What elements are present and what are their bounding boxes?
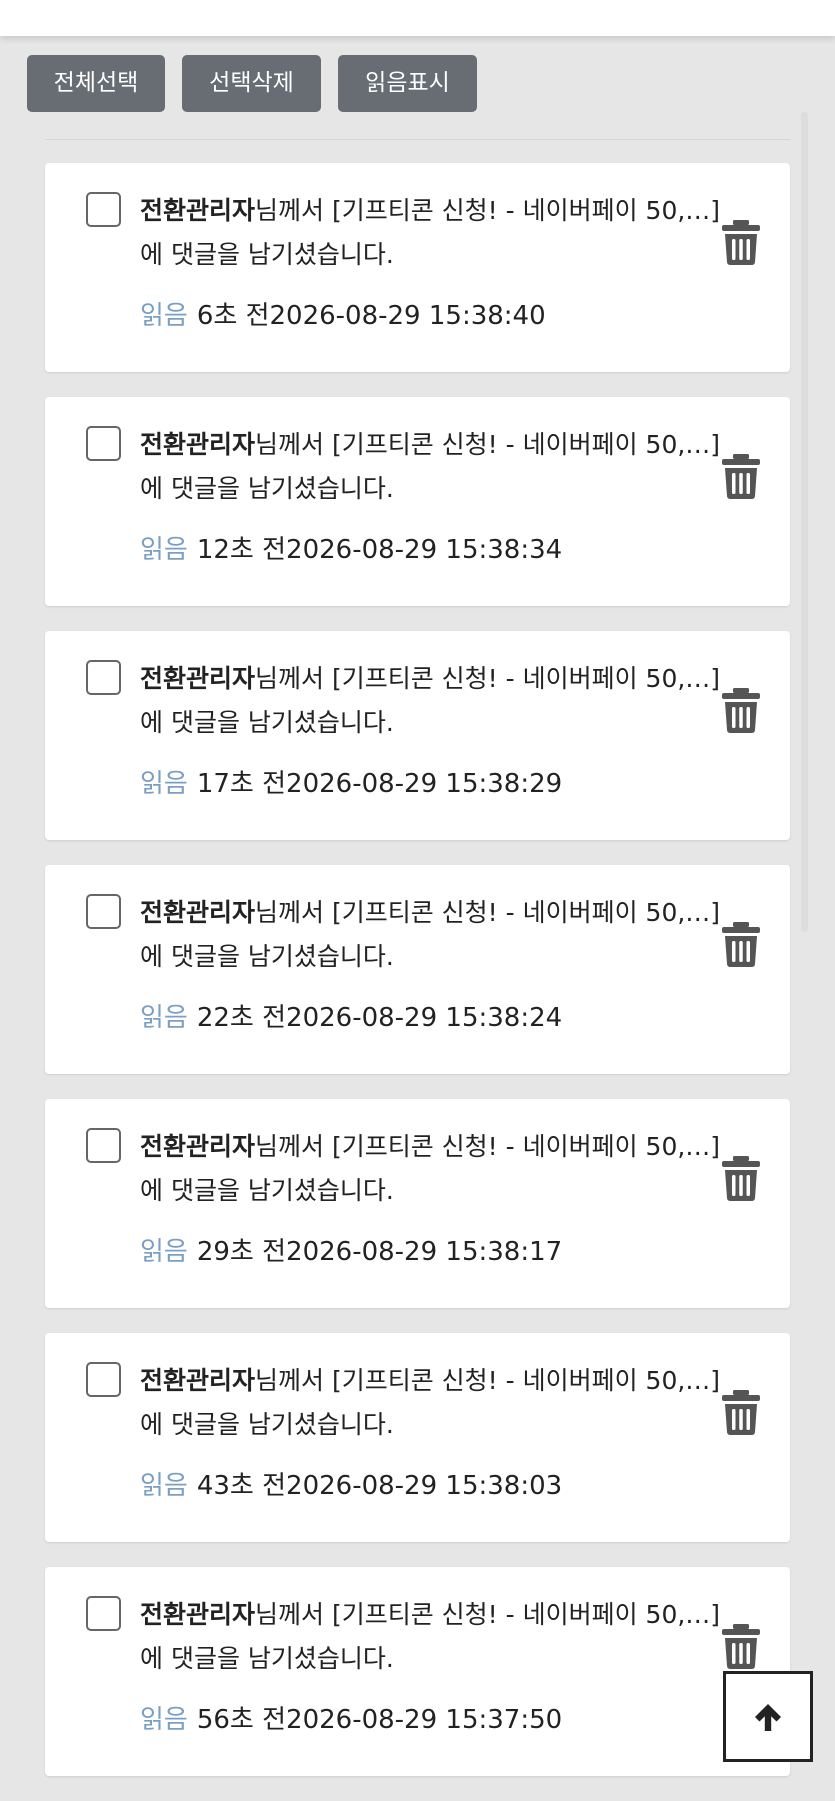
trash-icon[interactable] (721, 686, 761, 734)
notification-meta: 읽음 6초 전2026-08-29 15:38:40 (140, 298, 546, 334)
scroll-to-top-button[interactable] (723, 1671, 813, 1762)
notification-meta: 읽음 29초 전2026-08-29 15:38:17 (140, 1234, 562, 1270)
notification-message: 전환관리자님께서 [기프티콘 신청! - 네이버페이 50,…] 에 댓글을 남… (140, 1359, 730, 1447)
notification-toolbar: 전체선택 선택삭제 읽음표시 (27, 55, 477, 112)
item-checkbox[interactable] (86, 1128, 121, 1163)
sender-name: 전환관리자 (140, 430, 256, 459)
read-status-link[interactable]: 읽음 (140, 535, 188, 565)
timestamp: 29초 전2026-08-29 15:38:17 (196, 1237, 563, 1267)
notification-message: 전환관리자님께서 [기프티콘 신청! - 네이버페이 50,…] 에 댓글을 남… (140, 423, 730, 511)
item-checkbox[interactable] (86, 192, 121, 227)
notification-message: 전환관리자님께서 [기프티콘 신청! - 네이버페이 50,…] 에 댓글을 남… (140, 891, 730, 979)
notification-meta: 읽음 56초 전2026-08-29 15:37:50 (140, 1702, 562, 1738)
read-status-link[interactable]: 읽음 (140, 1237, 188, 1267)
read-status-link[interactable]: 읽음 (140, 301, 188, 331)
notification-item: 전환관리자님께서 [기프티콘 신청! - 네이버페이 50,…] 에 댓글을 남… (45, 163, 790, 372)
notification-message: 전환관리자님께서 [기프티콘 신청! - 네이버페이 50,…] 에 댓글을 남… (140, 657, 730, 745)
read-status-link[interactable]: 읽음 (140, 1705, 188, 1735)
read-status-link[interactable]: 읽음 (140, 1003, 188, 1033)
notification-message: 전환관리자님께서 [기프티콘 신청! - 네이버페이 50,…] 에 댓글을 남… (140, 1125, 730, 1213)
notification-list: 전환관리자님께서 [기프티콘 신청! - 네이버페이 50,…] 에 댓글을 남… (45, 163, 790, 1801)
notification-meta: 읽음 17초 전2026-08-29 15:38:29 (140, 766, 562, 802)
timestamp: 17초 전2026-08-29 15:38:29 (196, 769, 563, 799)
notification-meta: 읽음 43초 전2026-08-29 15:38:03 (140, 1468, 562, 1504)
notification-meta: 읽음 12초 전2026-08-29 15:38:34 (140, 532, 562, 568)
notification-item: 전환관리자님께서 [기프티콘 신청! - 네이버페이 50,…] 에 댓글을 남… (45, 631, 790, 840)
scrollbar[interactable] (801, 112, 808, 932)
trash-icon[interactable] (721, 218, 761, 266)
notification-item: 전환관리자님께서 [기프티콘 신청! - 네이버페이 50,…] 에 댓글을 남… (45, 1333, 790, 1542)
notification-item: 전환관리자님께서 [기프티콘 신청! - 네이버페이 50,…] 에 댓글을 남… (45, 397, 790, 606)
notification-item: 전환관리자님께서 [기프티콘 신청! - 네이버페이 50,…] 에 댓글을 남… (45, 1099, 790, 1308)
timestamp: 43초 전2026-08-29 15:38:03 (196, 1471, 563, 1501)
notification-message: 전환관리자님께서 [기프티콘 신청! - 네이버페이 50,…] 에 댓글을 남… (140, 1593, 730, 1681)
read-status-link[interactable]: 읽음 (140, 1471, 188, 1501)
trash-icon[interactable] (721, 1388, 761, 1436)
sender-name: 전환관리자 (140, 664, 256, 693)
arrow-up-icon (755, 1703, 781, 1731)
notification-message: 전환관리자님께서 [기프티콘 신청! - 네이버페이 50,…] 에 댓글을 남… (140, 189, 730, 277)
sender-name: 전환관리자 (140, 196, 256, 225)
item-checkbox[interactable] (86, 426, 121, 461)
item-checkbox[interactable] (86, 660, 121, 695)
sender-name: 전환관리자 (140, 898, 256, 927)
top-header-bar (0, 0, 835, 36)
item-checkbox[interactable] (86, 894, 121, 929)
trash-icon[interactable] (721, 452, 761, 500)
item-checkbox[interactable] (86, 1362, 121, 1397)
notification-item: 전환관리자님께서 [기프티콘 신청! - 네이버페이 50,…] 에 댓글을 남… (45, 1567, 790, 1776)
timestamp: 12초 전2026-08-29 15:38:34 (196, 535, 563, 565)
trash-icon[interactable] (721, 1622, 761, 1670)
timestamp: 6초 전2026-08-29 15:38:40 (196, 301, 546, 331)
item-checkbox[interactable] (86, 1596, 121, 1631)
notification-item: 전환관리자님께서 [기프티콘 신청! - 네이버페이 50,…] 에 댓글을 남… (45, 865, 790, 1074)
timestamp: 22초 전2026-08-29 15:38:24 (196, 1003, 563, 1033)
read-status-link[interactable]: 읽음 (140, 769, 188, 799)
select-all-button[interactable]: 전체선택 (27, 55, 165, 112)
trash-icon[interactable] (721, 1154, 761, 1202)
delete-selected-button[interactable]: 선택삭제 (182, 55, 321, 112)
sender-name: 전환관리자 (140, 1366, 256, 1395)
timestamp: 56초 전2026-08-29 15:37:50 (196, 1705, 563, 1735)
sender-name: 전환관리자 (140, 1132, 256, 1161)
divider (45, 139, 790, 140)
mark-read-button[interactable]: 읽음표시 (338, 55, 477, 112)
trash-icon[interactable] (721, 920, 761, 968)
notification-meta: 읽음 22초 전2026-08-29 15:38:24 (140, 1000, 562, 1036)
sender-name: 전환관리자 (140, 1600, 256, 1629)
